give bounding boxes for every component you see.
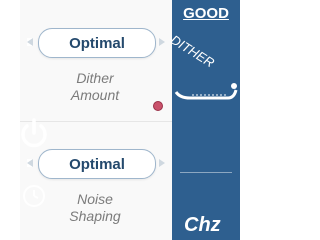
dither-amount-selector[interactable]: Optimal <box>38 28 156 58</box>
left-arrow-icon[interactable] <box>27 159 33 167</box>
dither-slider-icon <box>174 83 238 100</box>
dither-amount-value: Optimal <box>69 34 125 52</box>
plugin-side-panel: GOOD DITHER Chz <box>168 0 240 240</box>
brand-logo-text: Chz <box>184 214 221 236</box>
right-arrow-icon[interactable] <box>159 159 165 167</box>
noise-shaping-selector[interactable]: Optimal <box>38 149 156 179</box>
clock-icon[interactable] <box>20 182 48 210</box>
right-arrow-icon[interactable] <box>159 38 165 46</box>
power-icon[interactable] <box>16 116 52 152</box>
panel-divider <box>180 172 232 173</box>
dither-amount-label: Dither Amount <box>70 70 120 103</box>
noise-shaping-value: Optimal <box>69 155 125 173</box>
status-indicator <box>153 101 163 111</box>
panel-subtitle: DITHER <box>168 32 218 71</box>
left-arrow-icon[interactable] <box>27 38 33 46</box>
panel-title: GOOD <box>183 5 229 22</box>
